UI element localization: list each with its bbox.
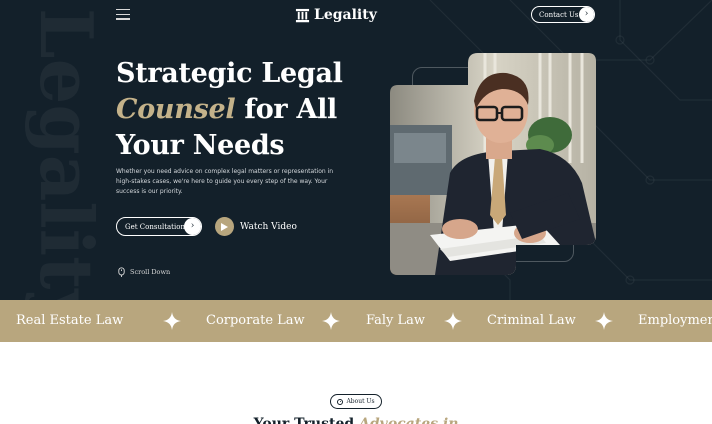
play-icon (215, 217, 234, 236)
practice-areas-ticker: Real Estate Law Corporate Law Faly Law C… (0, 300, 712, 342)
ticker-item: Employmen (638, 313, 712, 328)
four-point-star-icon (322, 312, 340, 330)
brand-logo[interactable]: Legality (295, 5, 377, 25)
watch-video-button[interactable]: Watch Video (215, 217, 297, 236)
scroll-down-label: Scroll Down (130, 268, 171, 276)
headline-line-1: Strategic Legal (116, 58, 343, 89)
ticker-item: Corporate Law (206, 313, 305, 328)
about-heading-left: Your Trusted (253, 416, 355, 424)
about-heading: Your Trusted Advocates in (240, 416, 472, 424)
arrow-right-icon: › (579, 7, 594, 22)
menu-button[interactable] (116, 9, 130, 20)
ticker-item: Criminal Law (487, 313, 576, 328)
mouse-scroll-icon (118, 267, 125, 277)
headline-line-2-rest: for All (235, 94, 338, 125)
about-heading-accent: Advocates in (359, 416, 459, 424)
get-consultation-button[interactable]: Get Consultation › (116, 217, 202, 236)
hero-headline: Strategic Legal Counsel for All Your Nee… (116, 56, 386, 164)
headline-line-3: Your Needs (116, 130, 285, 161)
headline-line-2: Counsel for All (116, 92, 386, 128)
hero-background-watermark: Legality (24, 8, 109, 300)
ticker-item: Real Estate Law (16, 313, 124, 328)
about-section: About Us Your Trusted Advocates in (0, 342, 712, 424)
hero-section: Legality Legality Contact Us › Strategic… (0, 0, 712, 300)
headline-accent-word: Counsel (116, 94, 236, 125)
target-dot-icon (337, 398, 344, 405)
ticker-item: Faly Law (366, 313, 426, 328)
about-us-badge: About Us (330, 394, 382, 409)
contact-us-button[interactable]: Contact Us › (531, 6, 595, 23)
four-point-star-icon (595, 312, 613, 330)
watch-video-label: Watch Video (240, 221, 297, 232)
arrow-right-icon: › (184, 218, 201, 235)
scroll-down-link[interactable]: Scroll Down (118, 267, 170, 277)
hamburger-icon (116, 9, 130, 11)
hero-lawyer-photo (390, 53, 596, 275)
get-consultation-label: Get Consultation (125, 222, 185, 231)
four-point-star-icon (163, 312, 181, 330)
contact-us-label: Contact Us (539, 10, 579, 19)
about-us-label: About Us (346, 398, 375, 405)
hero-description: Whether you need advice on complex legal… (116, 168, 334, 195)
courthouse-pillar-icon (295, 8, 310, 22)
four-point-star-icon (444, 312, 462, 330)
brand-name: Legality (314, 7, 377, 23)
